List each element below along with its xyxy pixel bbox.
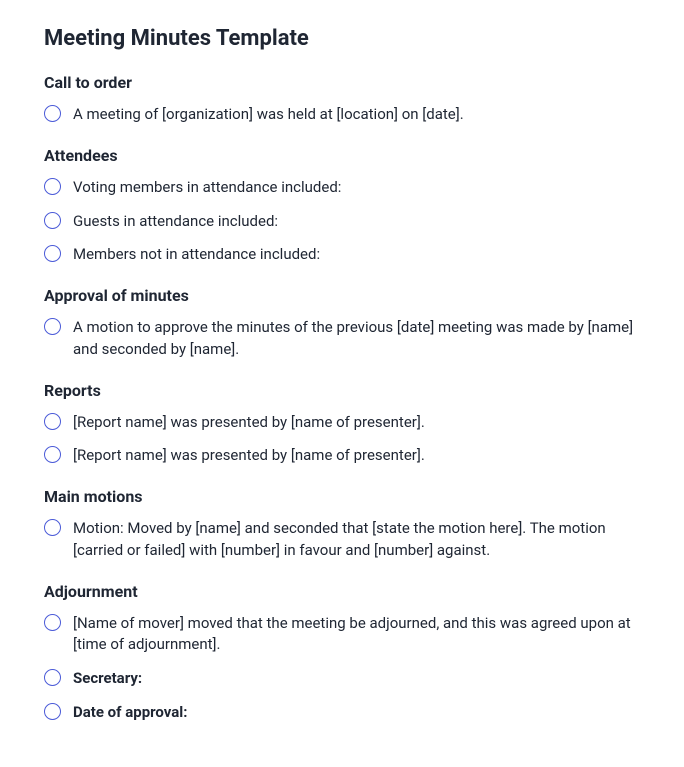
section-heading-adjournment: Adjournment [44, 582, 640, 601]
task-item: Date of approval: [44, 702, 640, 724]
task-text: [Name of mover] moved that the meeting b… [73, 613, 640, 657]
task-item: Secretary: [44, 668, 640, 690]
task-text: Members not in attendance included: [73, 244, 320, 266]
task-text: [Report name] was presented by [name of … [73, 412, 425, 434]
task-item: A meeting of [organization] was held at … [44, 104, 640, 126]
radio-unchecked-icon[interactable] [44, 212, 61, 229]
task-item: [Report name] was presented by [name of … [44, 412, 640, 434]
section-heading-call-to-order: Call to order [44, 73, 640, 92]
task-text: Voting members in attendance included: [73, 177, 341, 199]
task-item: [Name of mover] moved that the meeting b… [44, 613, 640, 657]
task-item: Guests in attendance included: [44, 211, 640, 233]
section-heading-approval-of-minutes: Approval of minutes [44, 286, 640, 305]
page-title: Meeting Minutes Template [44, 26, 640, 51]
task-text: [Report name] was presented by [name of … [73, 445, 425, 467]
radio-unchecked-icon[interactable] [44, 413, 61, 430]
task-text: A motion to approve the minutes of the p… [73, 317, 640, 361]
task-text: Date of approval: [73, 702, 187, 724]
task-text: Guests in attendance included: [73, 211, 278, 233]
task-text: Secretary: [73, 668, 142, 690]
radio-unchecked-icon[interactable] [44, 669, 61, 686]
task-text: Motion: Moved by [name] and seconded tha… [73, 518, 640, 562]
radio-unchecked-icon[interactable] [44, 446, 61, 463]
task-item: Voting members in attendance included: [44, 177, 640, 199]
radio-unchecked-icon[interactable] [44, 178, 61, 195]
section-heading-main-motions: Main motions [44, 487, 640, 506]
task-item: A motion to approve the minutes of the p… [44, 317, 640, 361]
task-item: Members not in attendance included: [44, 244, 640, 266]
radio-unchecked-icon[interactable] [44, 519, 61, 536]
radio-unchecked-icon[interactable] [44, 703, 61, 720]
section-heading-reports: Reports [44, 381, 640, 400]
task-text: A meeting of [organization] was held at … [73, 104, 464, 126]
radio-unchecked-icon[interactable] [44, 318, 61, 335]
radio-unchecked-icon[interactable] [44, 245, 61, 262]
task-item: [Report name] was presented by [name of … [44, 445, 640, 467]
radio-unchecked-icon[interactable] [44, 614, 61, 631]
task-item: Motion: Moved by [name] and seconded tha… [44, 518, 640, 562]
radio-unchecked-icon[interactable] [44, 105, 61, 122]
section-heading-attendees: Attendees [44, 146, 640, 165]
